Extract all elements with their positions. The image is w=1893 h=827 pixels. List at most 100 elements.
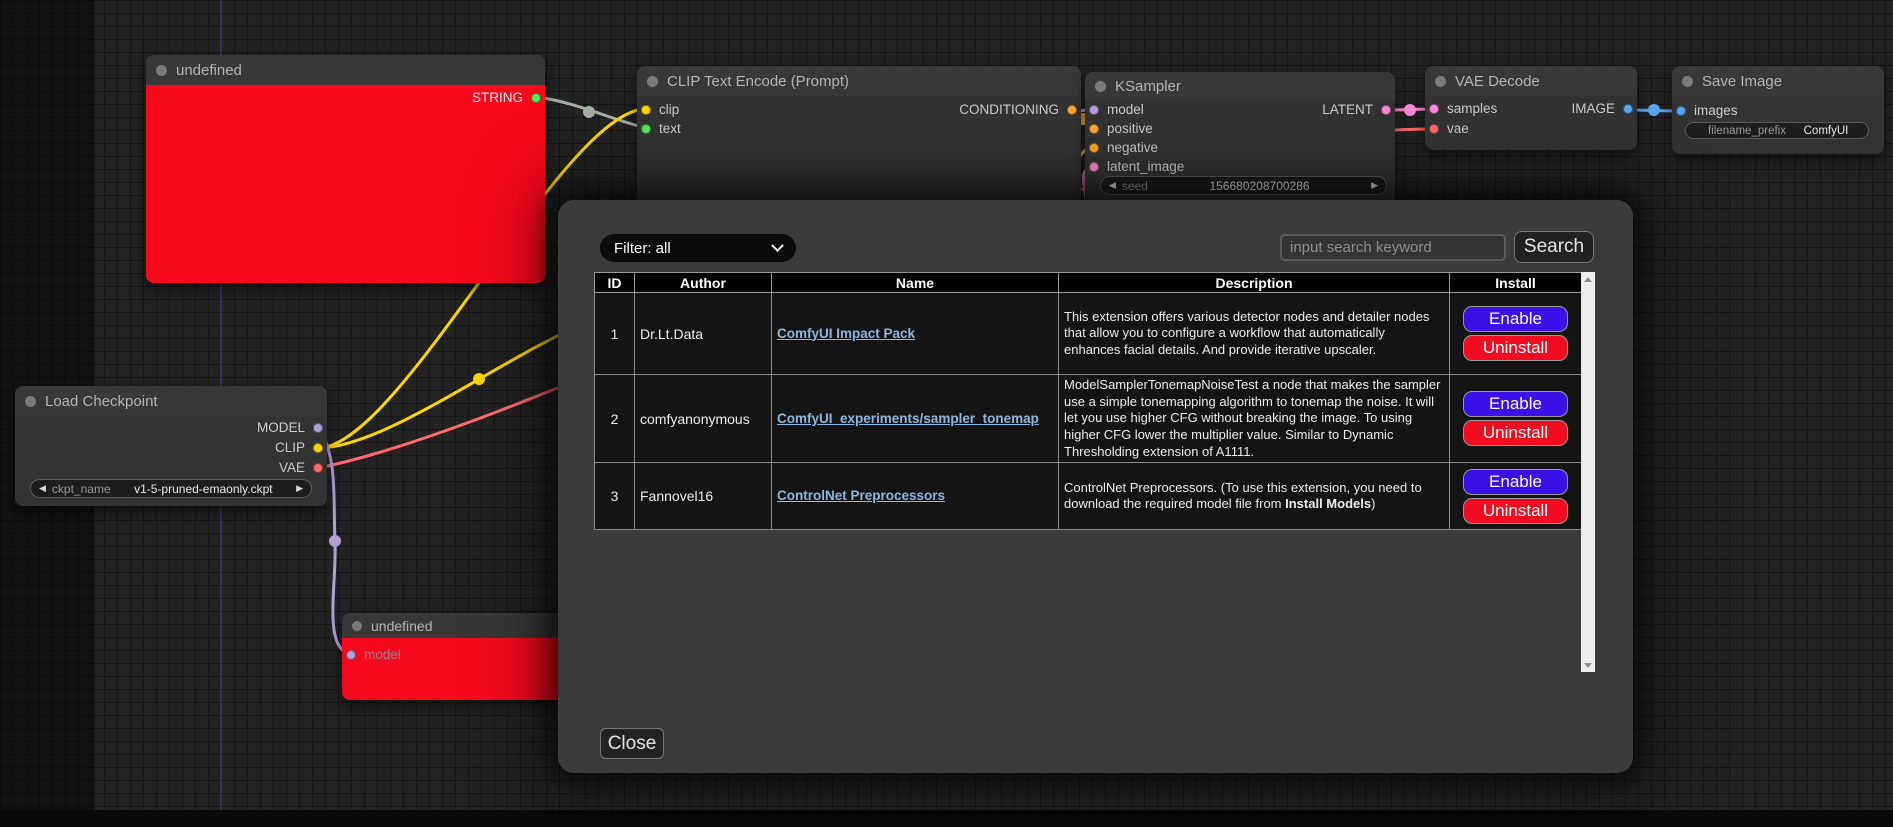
table-header-row: ID Author Name Description Install (595, 273, 1582, 293)
table-scrollbar[interactable] (1581, 272, 1595, 672)
port-label: negative (1107, 140, 1158, 155)
port-label: images (1694, 103, 1738, 118)
port-label: model (364, 647, 401, 662)
latent-image-input-port[interactable] (1089, 162, 1099, 172)
node-title-bar[interactable]: Load Checkpoint (15, 386, 327, 416)
extension-id: 2 (595, 375, 635, 463)
collapse-dot-icon[interactable] (352, 621, 362, 631)
positive-input-port[interactable] (1089, 124, 1099, 134)
collapse-dot-icon[interactable] (1095, 81, 1106, 92)
scroll-up-icon[interactable] (1581, 272, 1595, 286)
port-label: text (659, 121, 681, 136)
port-label: latent_image (1107, 159, 1184, 174)
extension-author: Fannovel16 (635, 463, 772, 530)
scroll-down-icon[interactable] (1581, 658, 1595, 672)
uninstall-button[interactable]: Uninstall (1463, 335, 1568, 361)
node-title: KSampler (1115, 78, 1181, 95)
collapse-dot-icon[interactable] (156, 65, 167, 76)
clip-input-port[interactable] (641, 105, 651, 115)
extension-description: This extension offers various detector n… (1059, 293, 1450, 375)
collapse-dot-icon[interactable] (647, 76, 658, 87)
prev-arrow-icon[interactable]: ◀ (39, 483, 46, 494)
extension-description: ControlNet Preprocessors. (To use this e… (1059, 463, 1450, 530)
collapse-dot-icon[interactable] (1682, 76, 1693, 87)
latent-output-port[interactable] (1381, 105, 1391, 115)
widget-name: seed (1122, 179, 1148, 193)
node-vae-decode[interactable]: VAE Decode samples vae IMAGE (1425, 66, 1637, 150)
column-header-id: ID (595, 273, 635, 293)
decrement-arrow-icon[interactable]: ◀ (1109, 180, 1116, 191)
chevron-down-icon (771, 239, 784, 252)
node-load-checkpoint[interactable]: Load Checkpoint MODEL CLIP VAE ◀ ckpt_na… (15, 386, 327, 506)
filter-select[interactable]: Filter: all (600, 234, 796, 262)
widget-value: 156680208700286 (1209, 179, 1309, 193)
collapse-dot-icon[interactable] (25, 396, 36, 407)
next-arrow-icon[interactable]: ▶ (296, 483, 303, 494)
seed-widget[interactable]: ◀ seed 156680208700286 ▶ (1100, 176, 1387, 195)
extension-table: ID Author Name Description Install 1 Dr.… (594, 272, 1582, 530)
port-label: VAE (279, 460, 305, 475)
node-title: undefined (371, 618, 433, 634)
node-title-bar[interactable]: undefined (146, 55, 545, 85)
conditioning-output-port[interactable] (1067, 105, 1077, 115)
ckpt-name-widget[interactable]: ◀ ckpt_name v1-5-pruned-emaonly.ckpt ▶ (30, 479, 312, 498)
port-label: samples (1447, 101, 1497, 116)
node-undefined-bottom[interactable]: undefined model (342, 613, 572, 700)
node-title: undefined (176, 62, 242, 79)
port-label: LATENT (1322, 102, 1373, 117)
increment-arrow-icon[interactable]: ▶ (1371, 180, 1378, 191)
uninstall-button[interactable]: Uninstall (1463, 498, 1568, 524)
node-undefined-top[interactable]: undefined STRING (146, 55, 545, 283)
node-error-body: model (342, 638, 572, 700)
extension-manager-dialog: Filter: all Search ID Author Name Descri… (558, 200, 1633, 773)
extension-link[interactable]: ComfyUI_experiments/sampler_tonemap (777, 411, 1039, 426)
image-output-port[interactable] (1623, 104, 1633, 114)
node-title-bar[interactable]: undefined (342, 613, 572, 638)
model-input-port[interactable] (346, 650, 356, 660)
vae-input-port[interactable] (1429, 124, 1439, 134)
node-title-bar[interactable]: VAE Decode (1425, 66, 1637, 96)
collapse-dot-icon[interactable] (1435, 76, 1446, 87)
enable-button[interactable]: Enable (1463, 306, 1568, 332)
model-output-port[interactable] (313, 423, 323, 433)
uninstall-button[interactable]: Uninstall (1463, 420, 1568, 446)
node-save-image[interactable]: Save Image images filename_prefix ComfyU… (1672, 66, 1884, 154)
node-title-bar[interactable]: KSampler (1085, 72, 1395, 100)
extension-link[interactable]: ComfyUI Impact Pack (777, 326, 915, 341)
node-error-body: STRING (146, 85, 545, 283)
vae-output-port[interactable] (313, 463, 323, 473)
node-title: Save Image (1702, 73, 1782, 90)
port-label: model (1107, 102, 1144, 117)
negative-input-port[interactable] (1089, 143, 1099, 153)
clip-output-port[interactable] (313, 443, 323, 453)
close-button[interactable]: Close (600, 728, 664, 759)
extension-description: ModelSamplerTonemapNoiseTest a node that… (1059, 375, 1450, 463)
node-title: Load Checkpoint (45, 393, 158, 410)
canvas-boundary-bottom (0, 810, 1893, 827)
extension-table-scroll-area: ID Author Name Description Install 1 Dr.… (594, 272, 1595, 672)
column-header-install: Install (1450, 273, 1582, 293)
port-label: STRING (472, 90, 523, 105)
text-input-port[interactable] (641, 124, 651, 134)
column-header-name: Name (772, 273, 1059, 293)
port-label: clip (659, 102, 679, 117)
extension-author: comfyanonymous (635, 375, 772, 463)
filename-prefix-widget[interactable]: filename_prefix ComfyUI (1685, 122, 1869, 139)
search-button[interactable]: Search (1514, 231, 1594, 263)
column-header-description: Description (1059, 273, 1450, 293)
port-label: MODEL (257, 420, 305, 435)
widget-name: ckpt_name (52, 482, 111, 496)
widget-value: ComfyUI (1804, 125, 1849, 137)
string-output-port[interactable] (531, 93, 541, 103)
node-title-bar[interactable]: Save Image (1672, 66, 1884, 96)
images-input-port[interactable] (1676, 106, 1686, 116)
enable-button[interactable]: Enable (1463, 469, 1568, 495)
enable-button[interactable]: Enable (1463, 391, 1568, 417)
extension-link[interactable]: ControlNet Preprocessors (777, 488, 945, 503)
port-label: IMAGE (1571, 101, 1615, 116)
node-title-bar[interactable]: CLIP Text Encode (Prompt) (637, 66, 1081, 96)
model-input-port[interactable] (1089, 105, 1099, 115)
extension-id: 3 (595, 463, 635, 530)
search-input[interactable] (1280, 234, 1506, 261)
samples-input-port[interactable] (1429, 104, 1439, 114)
